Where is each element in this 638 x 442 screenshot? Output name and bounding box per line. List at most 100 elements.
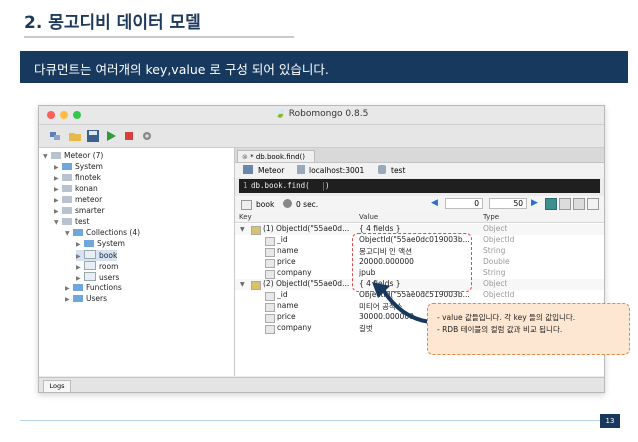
field-icon xyxy=(265,237,275,246)
limit-input[interactable]: 50 xyxy=(489,198,527,209)
prev-page-icon[interactable]: ◀ xyxy=(431,198,438,208)
collapse-arrow-icon[interactable]: ▶ xyxy=(76,275,84,282)
sidebar-item[interactable]: ▶ book xyxy=(76,250,118,261)
stop-icon[interactable] xyxy=(123,130,135,142)
collapse-arrow-icon[interactable]: ▶ xyxy=(76,264,84,271)
custom-view-icon[interactable] xyxy=(587,198,599,210)
type-cell: String xyxy=(483,246,506,255)
skip-input[interactable]: 0 xyxy=(445,198,483,209)
collection-icon xyxy=(241,200,252,210)
sidebar-item[interactable]: ▼ test xyxy=(54,217,89,228)
tab-query[interactable]: ⊗ * db.book.find() xyxy=(237,150,315,162)
settings-icon[interactable] xyxy=(141,130,153,142)
callout-line-2: - RDB 테이블의 컬럼 값과 비교 됩니다. xyxy=(437,325,563,334)
type-cell: ObjectId xyxy=(483,235,515,244)
type-column-header: Type xyxy=(483,213,500,221)
expand-arrow-icon[interactable]: ▼ xyxy=(240,226,245,233)
type-cell: String xyxy=(483,268,506,277)
field-icon xyxy=(265,270,275,279)
result-collection: book xyxy=(256,200,275,209)
sidebar-item[interactable]: ▼ Collections (4) xyxy=(65,228,140,239)
expand-arrow-icon[interactable]: ▼ xyxy=(43,153,51,160)
text-view-icon[interactable] xyxy=(573,198,585,210)
sidebar-item[interactable]: ▶ room xyxy=(76,261,118,272)
sidebar-item[interactable]: ▶ meteor xyxy=(54,195,102,206)
robomongo-logo-icon: 🍃 xyxy=(274,109,286,119)
key-cell: company xyxy=(277,323,312,332)
text-cursor xyxy=(323,182,324,191)
key-cell: price xyxy=(277,257,296,266)
sidebar-item[interactable]: ▶ System xyxy=(54,162,103,173)
footer-accent-line xyxy=(20,420,600,421)
server-icon xyxy=(243,165,253,174)
sidebar-item-label: System xyxy=(97,239,125,248)
save-icon[interactable] xyxy=(87,130,99,142)
document-icon xyxy=(251,226,261,235)
folder-icon xyxy=(84,240,94,247)
sidebar-item-label: test xyxy=(75,217,90,226)
callout-line-1: - value 값들입니다. 각 key 들의 값입니다. xyxy=(437,313,576,322)
table-view-icon[interactable] xyxy=(559,198,571,210)
tab-bar: ⊗ * db.book.find() xyxy=(235,148,604,163)
key-cell: _id xyxy=(277,290,288,299)
sidebar-item[interactable]: ▶ Users xyxy=(65,294,107,305)
window-titlebar: 🍃 Robomongo 0.8.5 xyxy=(39,106,604,125)
sidebar-item-label: users xyxy=(99,273,120,282)
collapse-arrow-icon[interactable]: ▶ xyxy=(76,253,84,260)
sidebar-item[interactable]: ▶ users xyxy=(76,272,119,283)
query-editor[interactable]: 1 db.book.find( ) xyxy=(239,179,600,193)
sidebar-item-label: Meteor (7) xyxy=(64,151,104,160)
result-toolbar: book 0 sec. ◀ 0 50 ▶ xyxy=(235,196,604,213)
sidebar-item[interactable]: ▶ smarter xyxy=(54,206,105,217)
tree-view-icon[interactable] xyxy=(545,198,557,210)
sidebar-item-label: Functions xyxy=(86,283,122,292)
key-cell: name xyxy=(277,301,299,310)
sidebar-item[interactable]: ▶ konan xyxy=(54,184,98,195)
subtitle-text: 다큐먼트는 여러개의 key,value 로 구성 되어 있습니다. xyxy=(34,62,329,77)
collapse-arrow-icon[interactable]: ▶ xyxy=(65,296,73,303)
execute-icon[interactable] xyxy=(105,130,117,142)
result-time: 0 sec. xyxy=(296,200,319,209)
host-icon xyxy=(297,165,305,174)
database-explorer: ▼ Meteor (7) ▶ System ▶ finotek ▶ konan ▶ meteor ▶… xyxy=(39,148,235,376)
database-icon xyxy=(62,196,72,203)
sidebar-item-label: Users xyxy=(86,294,108,303)
open-folder-icon[interactable] xyxy=(69,130,81,142)
collapse-arrow-icon[interactable]: ▶ xyxy=(54,175,62,182)
key-column-header: Key xyxy=(239,213,252,221)
collection-icon xyxy=(84,250,96,259)
host-address: localhost:3001 xyxy=(309,166,365,175)
sidebar-item-label: smarter xyxy=(75,206,105,215)
sidebar-item[interactable]: ▶ finotek xyxy=(54,173,101,184)
collapse-arrow-icon[interactable]: ▶ xyxy=(54,164,62,171)
key-cell: name xyxy=(277,246,299,255)
connect-icon[interactable] xyxy=(49,130,61,142)
collapse-arrow-icon[interactable]: ▶ xyxy=(76,241,84,248)
logs-tab[interactable]: Logs xyxy=(43,380,71,392)
sidebar-item[interactable]: ▼ Meteor (7) xyxy=(43,151,103,162)
toolbar xyxy=(39,125,604,148)
expand-arrow-icon[interactable]: ▼ xyxy=(54,219,62,226)
collapse-arrow-icon[interactable]: ▶ xyxy=(54,197,62,204)
collapse-arrow-icon[interactable]: ▶ xyxy=(54,208,62,215)
expand-arrow-icon[interactable]: ▼ xyxy=(65,230,73,237)
field-icon xyxy=(265,325,275,334)
collapse-arrow-icon[interactable]: ▶ xyxy=(54,186,62,193)
collapse-arrow-icon[interactable]: ▶ xyxy=(65,285,73,292)
close-tab-icon[interactable]: ⊗ xyxy=(242,153,248,161)
sidebar-item[interactable]: ▶ System xyxy=(76,239,125,250)
logs-bar: Logs xyxy=(39,377,604,392)
key-cell: company xyxy=(277,268,312,277)
window-title: 🍃 Robomongo 0.8.5 xyxy=(39,109,604,119)
sidebar-item[interactable]: ▶ Functions xyxy=(65,283,122,294)
sidebar-item-label: System xyxy=(75,162,103,171)
expand-arrow-icon[interactable]: ▼ xyxy=(240,281,245,288)
collection-icon xyxy=(84,272,96,281)
database-icon xyxy=(62,185,72,192)
key-cell: price xyxy=(277,312,296,321)
field-icon xyxy=(265,314,275,323)
next-page-icon[interactable]: ▶ xyxy=(531,198,538,208)
database-icon xyxy=(378,165,386,174)
database-icon xyxy=(62,174,72,181)
slide-title: 2. 몽고디비 데이터 모델 xyxy=(24,13,201,33)
